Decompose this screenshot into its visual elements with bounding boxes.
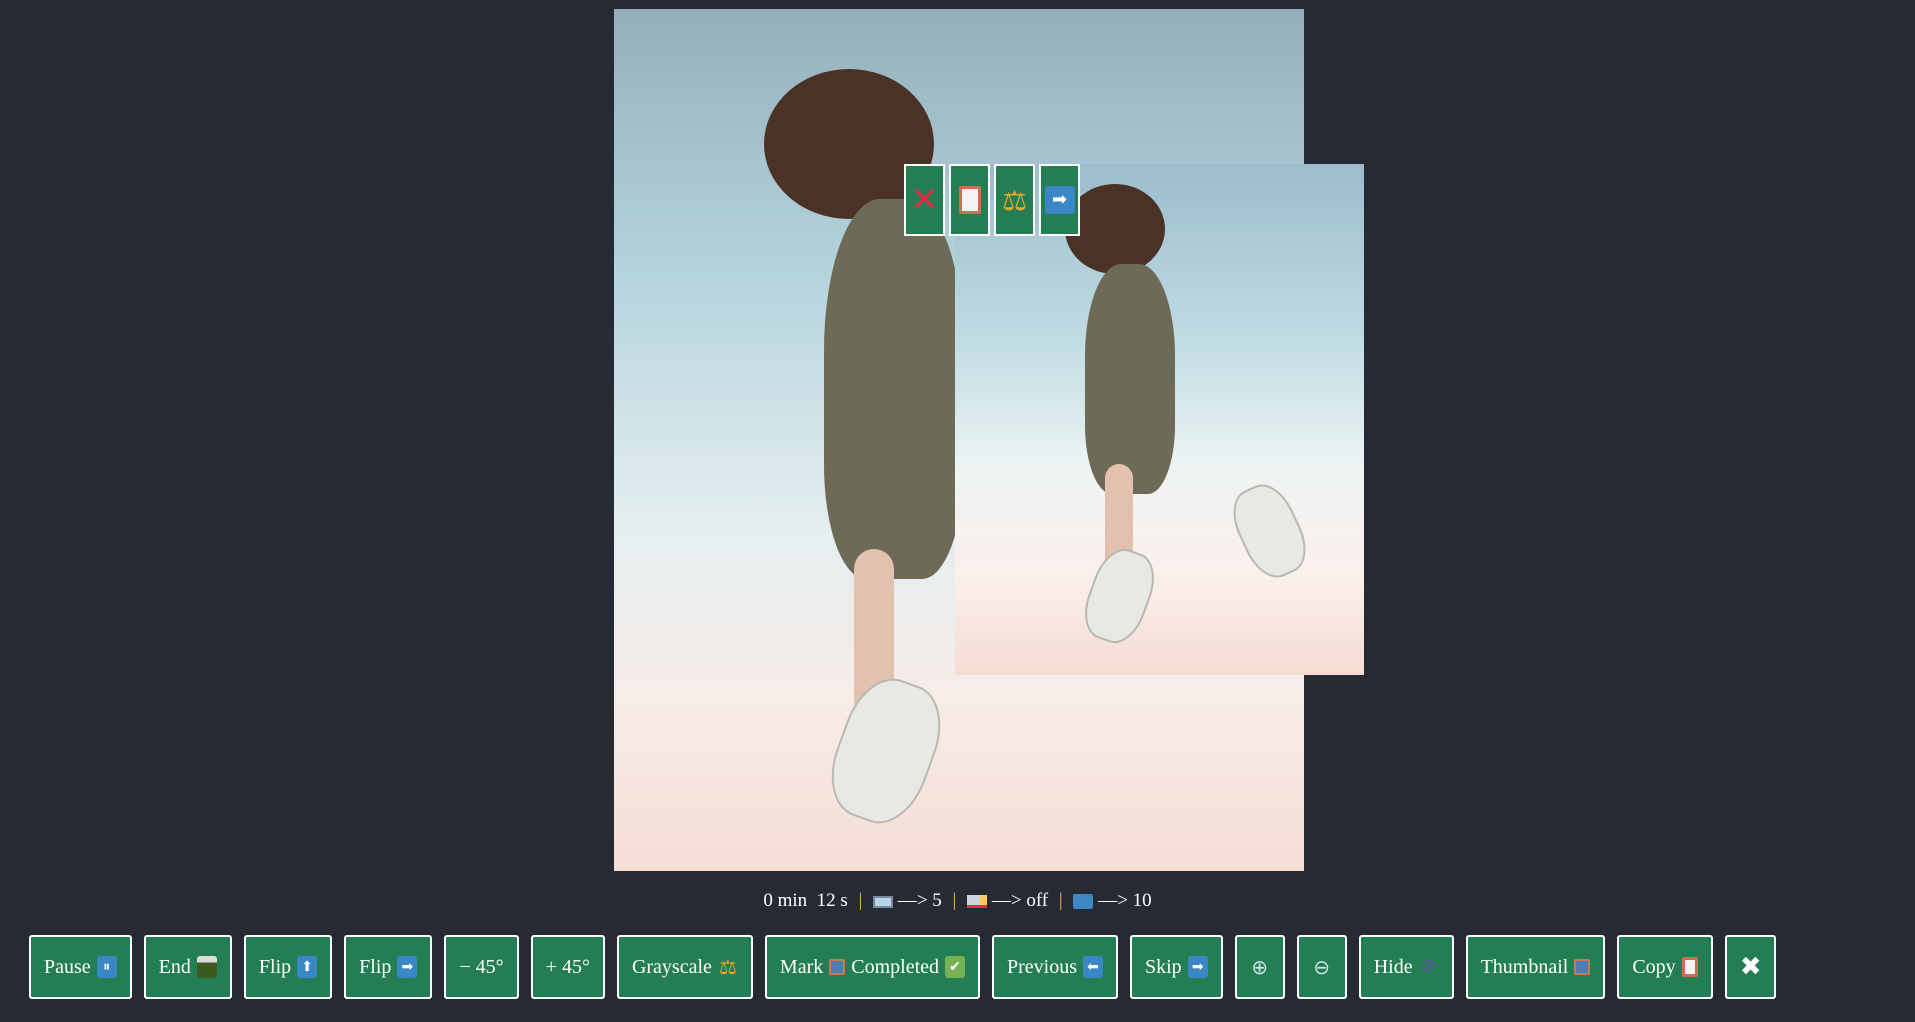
photo-figure — [1085, 264, 1175, 494]
photo-figure — [824, 199, 964, 579]
grayscale-button[interactable]: Grayscale ⚖ — [616, 935, 753, 999]
rotate-plus-label: + 45° — [545, 955, 590, 978]
image-overlay-toolbar: ✕ ⚖ ➡ — [904, 164, 1080, 236]
pause-icon: ⏸ — [96, 956, 117, 978]
status-bar: 0 min 12 s | —> 5 | —> off | —> 10 — [0, 890, 1915, 912]
skip-button[interactable]: Skip ➡ — [1130, 935, 1223, 999]
flip-vertical-label: Flip — [258, 955, 292, 978]
end-button[interactable]: End — [143, 935, 232, 999]
thumbnail-label: Thumbnail — [1480, 955, 1569, 978]
mark-label: Mark — [779, 955, 824, 978]
photo-shoe — [1075, 541, 1164, 651]
pause-button[interactable]: Pause ⏸ — [29, 935, 132, 999]
scales-icon: ⚖ — [718, 955, 737, 979]
overlay-delete-button[interactable]: ✕ — [904, 164, 945, 236]
copy-label: Copy — [1632, 955, 1676, 978]
previous-button[interactable]: Previous ⬅ — [992, 935, 1118, 999]
previous-label: Previous — [1007, 955, 1077, 978]
close-icon: ✖ — [1739, 952, 1762, 982]
close-x-icon: ✕ — [910, 180, 939, 220]
flip-vertical-button[interactable]: Flip ⬆ — [243, 935, 333, 999]
separator: | — [858, 890, 863, 911]
zoom-in-button[interactable]: ⊕ — [1234, 935, 1285, 999]
folder-icon — [1073, 894, 1094, 910]
bottom-toolbar: Pause ⏸ End Flip ⬆ Flip ➡ − 45° + 45° Grays… — [29, 935, 1777, 999]
arrow-right-icon: ➡ — [397, 956, 418, 978]
thumbnail-button[interactable]: Thumbnail — [1465, 935, 1606, 999]
arrow-right-icon: ➡ — [1044, 186, 1075, 214]
photo-shoe — [1222, 475, 1317, 587]
film-value: —> 5 — [897, 890, 942, 911]
rotate-minus-45-button[interactable]: − 45° — [444, 935, 519, 999]
elapsed-time: 0 min 12 s — [763, 890, 848, 911]
thumbnail-image — [955, 164, 1364, 675]
delivery-truck-icon — [967, 895, 988, 909]
mark-completed-button[interactable]: Mark Completed ✔ — [764, 935, 980, 999]
folder-value: —> 10 — [1098, 890, 1152, 911]
truck-value: —> off — [991, 890, 1049, 911]
separator: | — [1058, 890, 1063, 911]
end-label: End — [158, 955, 191, 978]
framed-picture-icon — [829, 959, 846, 975]
check-mark-icon: ✔ — [945, 956, 965, 978]
zoom-in-icon: ⊕ — [1251, 955, 1269, 979]
eye-slash-icon: ⊘ — [1421, 956, 1437, 977]
close-button[interactable]: ✖ — [1724, 935, 1777, 999]
scales-icon: ⚖ — [1001, 183, 1028, 217]
zoom-out-icon: ⊖ — [1313, 955, 1331, 979]
arrow-up-icon: ⬆ — [297, 956, 318, 978]
rotate-plus-45-button[interactable]: + 45° — [530, 935, 605, 999]
photo-shoe — [817, 667, 955, 835]
framed-picture-icon — [1574, 959, 1591, 975]
copy-button[interactable]: Copy — [1617, 935, 1713, 999]
zoom-out-button[interactable]: ⊖ — [1296, 935, 1347, 999]
skip-label: Skip — [1145, 955, 1182, 978]
hide-label: Hide — [1373, 955, 1413, 978]
overlay-grayscale-button[interactable]: ⚖ — [994, 164, 1035, 236]
overlay-copy-button[interactable] — [949, 164, 990, 236]
hide-button[interactable]: Hide ⊘ — [1358, 935, 1454, 999]
clipboard-icon — [1681, 957, 1698, 977]
rotate-minus-label: − 45° — [459, 955, 504, 978]
separator: | — [952, 890, 957, 911]
film-frames-icon — [873, 895, 894, 908]
flip-horizontal-label: Flip — [359, 955, 392, 978]
photo-hair — [1065, 184, 1165, 274]
arrow-left-icon: ⬅ — [1083, 956, 1103, 978]
pause-label: Pause — [44, 955, 91, 978]
completed-label: Completed — [851, 955, 939, 978]
grayscale-label: Grayscale — [631, 955, 712, 978]
flip-horizontal-button[interactable]: Flip ➡ — [344, 935, 433, 999]
clipboard-icon — [958, 186, 981, 214]
arrow-right-icon: ➡ — [1187, 956, 1208, 978]
clapper-board-icon — [196, 956, 217, 978]
overlay-next-button[interactable]: ➡ — [1039, 164, 1080, 236]
